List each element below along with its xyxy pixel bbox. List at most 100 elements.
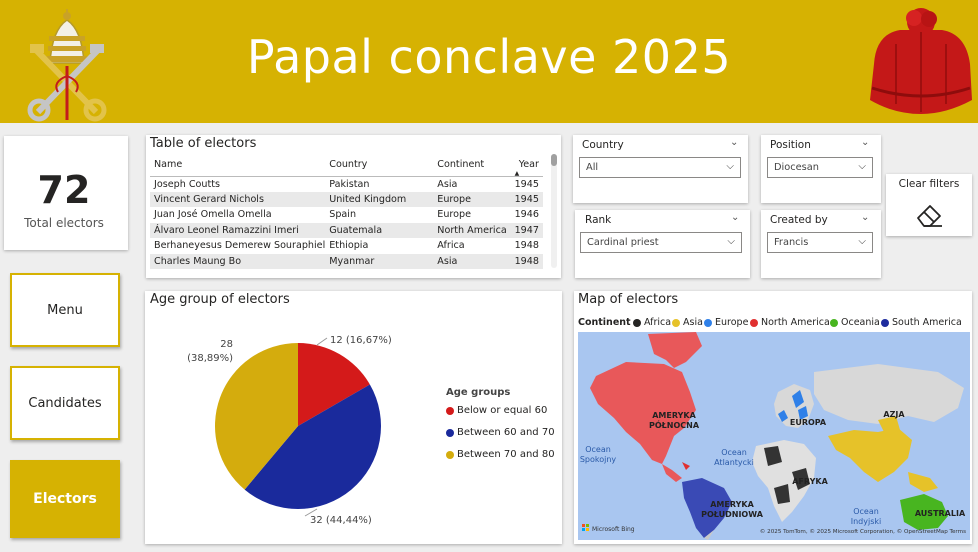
table-row[interactable]: Vincent Gerard Nichols United Kingdom Euro…	[150, 191, 543, 207]
cell-name: Joseph Coutts	[154, 178, 220, 190]
cell-year: 1945	[510, 191, 543, 207]
pie-label-70-80-count: 28	[220, 339, 233, 350]
menu-button-label: Menu	[47, 302, 83, 318]
rank-slicer-title: Rank	[585, 214, 612, 226]
rank-dropdown-value: Cardinal priest	[587, 237, 659, 248]
rank-dropdown[interactable]: Cardinal priest ⌵	[580, 232, 742, 253]
map-label-europe: EUROPA	[790, 418, 827, 427]
table-row[interactable]: Charles Maung Bo Myanmar Asia 1948	[150, 253, 543, 269]
legend-label: Asia	[683, 317, 703, 328]
column-header-continent[interactable]: Continent	[433, 154, 511, 177]
created-by-slicer-title: Created by	[770, 214, 828, 226]
map-label-south-america-2: POŁUDNIOWA	[701, 510, 764, 519]
column-header-country[interactable]: Country	[325, 154, 434, 177]
legend-label: Between 70 and 80	[457, 449, 555, 460]
map-label-africa: AFRYKA	[792, 477, 828, 486]
candidates-button-label: Candidates	[28, 395, 102, 411]
chevron-down-icon[interactable]: ⌄	[861, 212, 869, 223]
legend-label: Below or equal 60	[457, 405, 548, 416]
map-legend-item-europe[interactable]: Europe	[704, 317, 748, 328]
cell-country: Pakistan	[329, 178, 370, 190]
table-scrollbar-thumb[interactable]	[551, 154, 557, 166]
map-legend-title: Continent	[578, 317, 631, 328]
legend-dot	[830, 318, 838, 327]
table-row[interactable]: Joseph Coutts Pakistan Asia 1945	[150, 176, 543, 192]
map-label-indian-2: Indyjski	[851, 517, 882, 526]
cell-continent: Asia	[433, 253, 511, 269]
legend-dot	[750, 318, 758, 327]
table-scrollbar-track[interactable]	[551, 154, 557, 268]
legend-item-below-60[interactable]: Below or equal 60	[446, 405, 547, 416]
legend-item-60-70[interactable]: Between 60 and 70	[446, 427, 555, 438]
map-label-atlantic-2: Atlantycki	[714, 458, 754, 467]
cardinal-hat-icon	[870, 8, 972, 114]
map-label-north-america-2: PÓŁNOCNA	[649, 419, 700, 430]
menu-button[interactable]: Menu	[10, 273, 120, 347]
column-header-name[interactable]: Name	[150, 154, 326, 177]
map-label-asia: AZJA	[883, 410, 905, 419]
cell-name: Berhaneyesus Demerew Souraphiel	[154, 240, 326, 252]
table-row[interactable]: Juan José Omella Omella Spain Europe 1946	[150, 207, 543, 223]
legend-item-70-80[interactable]: Between 70 and 80	[446, 449, 555, 460]
legend-dot	[672, 318, 680, 327]
created-by-dropdown-value: Francis	[774, 237, 809, 248]
sort-asc-icon: ▲	[514, 169, 520, 177]
clear-filters-button[interactable]: Clear filters	[886, 174, 972, 236]
map-legend-item-north-america[interactable]: North America	[750, 317, 830, 328]
map-legend-item-africa[interactable]: Africa	[633, 317, 671, 328]
electors-button[interactable]: Electors	[10, 460, 120, 538]
legend-label: Africa	[644, 317, 672, 328]
cell-name: Vincent Gerard Nichols	[150, 191, 326, 207]
country-dropdown[interactable]: All ⌵	[579, 157, 741, 178]
position-dropdown[interactable]: Diocesan ⌵	[767, 157, 873, 178]
legend-label: North America	[761, 317, 830, 328]
cell-continent: Africa	[437, 240, 465, 252]
legend-dot	[446, 450, 454, 459]
cell-continent: Europe	[433, 191, 511, 207]
chevron-down-icon[interactable]: ⌄	[730, 137, 738, 148]
cell-year: 1945	[514, 178, 539, 190]
cell-year: 1946	[514, 209, 539, 221]
map-brand: Microsoft Bing	[592, 526, 635, 533]
map-label-pacific-2: Spokojny	[580, 455, 617, 464]
legend-dot	[704, 318, 712, 327]
chevron-down-icon[interactable]: ⌄	[731, 212, 739, 223]
country-dropdown-value: All	[586, 162, 599, 173]
created-by-dropdown[interactable]: Francis ⌵	[767, 232, 873, 253]
cell-year: 1947	[510, 222, 543, 238]
legend-dot	[881, 318, 889, 327]
candidates-button[interactable]: Candidates	[10, 366, 120, 440]
cell-country: Ethiopia	[329, 240, 369, 252]
chevron-down-icon[interactable]: ⌄	[861, 137, 869, 148]
chevron-down-icon: ⌵	[727, 236, 735, 247]
table-header-row: Name Country Continent Year ▲	[150, 154, 543, 177]
legend-dot	[446, 428, 454, 437]
cell-continent: North America	[433, 222, 511, 238]
table-row[interactable]: Berhaneyesus Demerew Souraphiel Ethiopia A…	[150, 238, 543, 254]
electors-table: Name Country Continent Year ▲ Joseph Cout…	[150, 154, 543, 269]
pie-label-60-70: 32 (44,44%)	[310, 515, 372, 526]
column-header-year[interactable]: Year ▲	[510, 154, 543, 177]
legend-dot	[446, 406, 454, 415]
total-electors-value: 72	[37, 168, 91, 212]
position-slicer-title: Position	[770, 139, 811, 151]
electors-button-label: Electors	[33, 491, 97, 507]
page-title: Papal conclave 2025	[246, 30, 732, 84]
cell-country: Guatemala	[325, 222, 434, 238]
map-label-south-america-1: AMERYKA	[710, 500, 754, 509]
legend-label: South America	[892, 317, 962, 328]
cell-year: 1948	[514, 240, 539, 252]
cell-country: United Kingdom	[325, 191, 434, 207]
cell-name: Álvaro Leonel Ramazzini Imeri	[150, 222, 326, 238]
age-chart-title: Age group of electors	[150, 292, 290, 307]
map-legend-item-asia[interactable]: Asia	[672, 317, 703, 328]
table-row[interactable]: Álvaro Leonel Ramazzini Imeri Guatemala No…	[150, 222, 543, 238]
map-label-australia: AUSTRALIA	[915, 509, 966, 518]
world-map[interactable]: AMERYKA PÓŁNOCNA EUROPA AZJA AFRYKA AMER…	[578, 332, 970, 540]
column-header-year-label: Year	[518, 159, 539, 171]
map-legend-item-south-america[interactable]: South America	[881, 317, 962, 328]
position-dropdown-value: Diocesan	[774, 162, 819, 173]
cell-name: Charles Maung Bo	[150, 253, 326, 269]
cell-year: 1948	[510, 253, 543, 269]
map-legend-item-oceania[interactable]: Oceania	[830, 317, 880, 328]
